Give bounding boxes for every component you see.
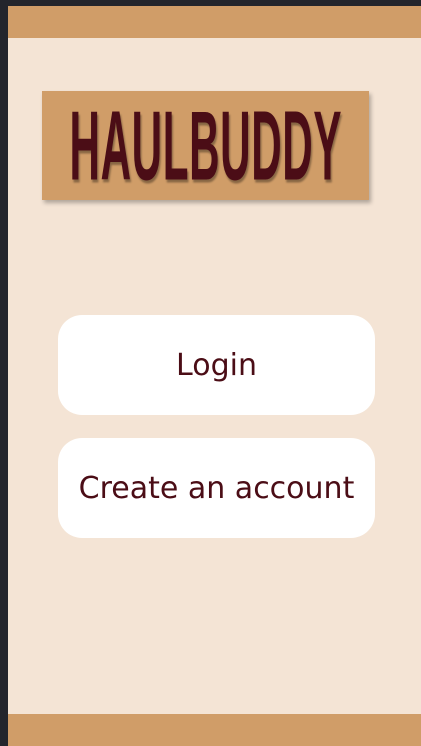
logo: HAULBUDDY (42, 91, 369, 200)
login-button[interactable]: Login (58, 315, 375, 415)
logo-text: HAULBUDDY (69, 90, 342, 201)
create-account-button[interactable]: Create an account (58, 438, 375, 538)
app-screen: HAULBUDDY Login Create an account (8, 6, 421, 746)
bottom-bar (8, 714, 421, 746)
top-bar (8, 6, 421, 38)
